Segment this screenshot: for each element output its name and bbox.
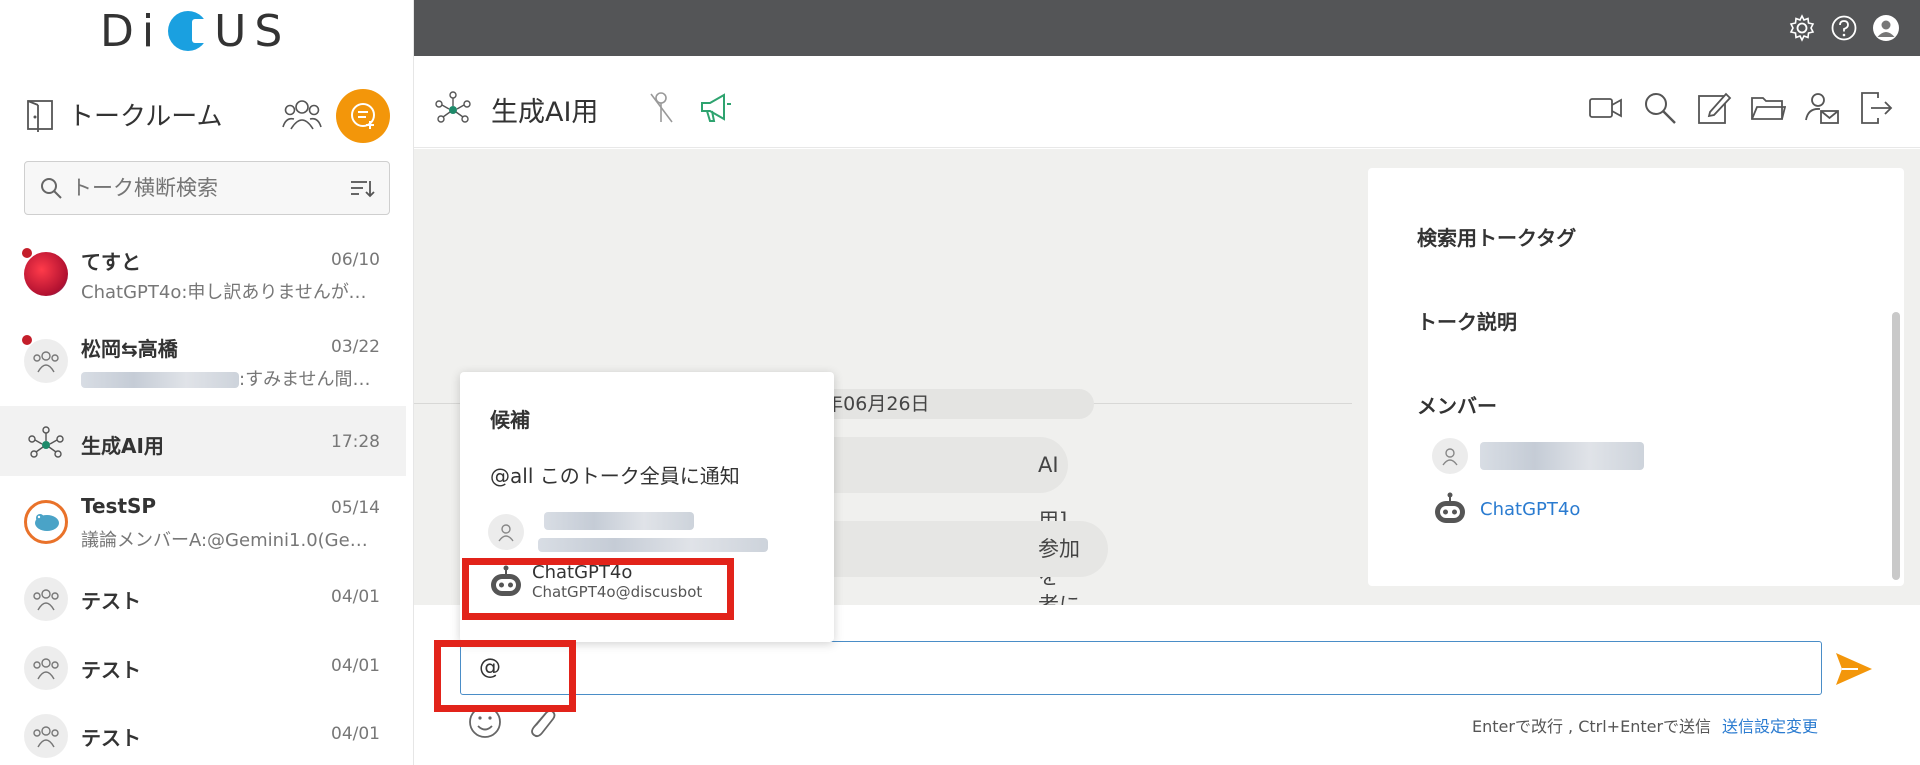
talk-preview: :すみません間… [81, 365, 381, 391]
search-icon [41, 178, 62, 199]
talk-item-test-2[interactable]: テスト 04/01 [0, 632, 406, 702]
talk-name: テスト [81, 589, 141, 613]
member-mail-icon[interactable] [1804, 90, 1840, 126]
bot-icon [1435, 492, 1465, 523]
redacted-candidate-name [544, 512, 694, 530]
talk-item-tesuto[interactable]: てすと 06/10 ChatGPT4o:申し訳ありませんが、… [0, 238, 406, 308]
talk-name: 生成AI用 [81, 434, 164, 458]
talk-preview: ChatGPT4o:申し訳ありませんが、… [81, 282, 381, 303]
redacted-member-name [1480, 442, 1644, 470]
group-icon [33, 351, 59, 373]
talk-name: 松岡⇆高橋 [81, 337, 178, 361]
sidebar: Di US トークルーム てすと 06/10 ChatGPT4o:申し訳ありません… [0, 0, 414, 765]
member-row[interactable]: ChatGPT4o [1432, 492, 1580, 526]
talk-date: 04/01 [331, 587, 380, 607]
talk-avatar [24, 339, 68, 383]
new-chat-icon [351, 103, 375, 129]
talk-header: 生成AI用 [414, 56, 1920, 148]
new-talk-button[interactable] [336, 89, 390, 143]
highlight-box-bot-candidate [462, 558, 734, 620]
scrollbar[interactable] [1892, 312, 1900, 580]
talk-date: 17:28 [331, 432, 380, 452]
person-icon [1442, 448, 1458, 466]
highlight-box-input [434, 640, 576, 712]
talk-date: 05/14 [331, 498, 380, 518]
folder-icon[interactable] [1750, 90, 1786, 126]
group-icon [33, 726, 59, 748]
talk-search-input[interactable] [71, 176, 349, 200]
app-logo[interactable]: Di US [100, 5, 291, 57]
logo-mark [168, 11, 211, 51]
message-input[interactable]: @ [460, 641, 1822, 695]
person-icon [498, 524, 514, 542]
announcement-icon[interactable] [698, 90, 734, 126]
logo-text-end: US [214, 5, 291, 57]
top-bar [414, 0, 1920, 56]
talk-avatar [24, 577, 68, 621]
group-icon [33, 589, 59, 611]
send-icon[interactable] [1832, 647, 1876, 691]
help-icon[interactable] [1830, 14, 1858, 42]
talk-item-matsuoka-takahashi[interactable]: 松岡⇆高橋 03/22 :すみません間… [0, 325, 406, 395]
talkroom-header: トークルーム [24, 96, 222, 133]
members-icon[interactable] [282, 97, 322, 133]
search-icon[interactable] [1642, 90, 1678, 126]
sort-icon[interactable] [349, 177, 375, 199]
network-icon [28, 426, 64, 458]
unread-badge [22, 248, 32, 258]
logo-text: Di [100, 5, 163, 57]
talk-search-box[interactable] [24, 161, 390, 215]
talk-item-testsp[interactable]: TestSP 05/14 議論メンバーA:@Gemini1.0(Gemi… [0, 486, 406, 556]
talk-name: てすと [81, 250, 141, 274]
candidates-title: 候補 [490, 408, 530, 432]
door-icon [27, 99, 53, 132]
redacted-name [81, 372, 239, 388]
member-avatar [1432, 438, 1468, 474]
talk-name: テスト [81, 726, 141, 750]
user-icon[interactable] [1872, 14, 1900, 42]
talk-avatar [24, 420, 68, 464]
talk-avatar [24, 714, 68, 758]
talk-avatar [24, 252, 68, 296]
talk-date: 04/01 [331, 724, 380, 744]
redacted-candidate-id [538, 538, 768, 552]
talk-avatar [24, 500, 68, 544]
talk-name: テスト [81, 658, 141, 682]
talk-title: 生成AI用 [491, 97, 599, 128]
gear-icon[interactable] [1788, 14, 1816, 42]
unread-badge [22, 335, 32, 345]
candidate-user[interactable] [488, 510, 818, 554]
talk-date: 04/01 [331, 656, 380, 676]
search-tags-label: 検索用トークタグ [1417, 226, 1577, 250]
exit-icon[interactable] [1858, 90, 1894, 126]
talk-item-test-3[interactable]: テスト 04/01 [0, 700, 406, 765]
talk-name: TestSP [81, 494, 157, 518]
send-settings-link[interactable]: 送信設定変更 [1722, 713, 1818, 737]
talk-item-test-1[interactable]: テスト 04/01 [0, 563, 406, 633]
talkroom-title: トークルーム [68, 102, 223, 132]
talk-preview: 議論メンバーA:@Gemini1.0(Gemi… [81, 530, 381, 551]
send-hint: Enterで改行 , Ctrl+Enterで送信 [1472, 717, 1712, 736]
network-icon [435, 91, 471, 123]
talk-description-label: トーク説明 [1417, 310, 1517, 334]
talk-date: 06/10 [331, 250, 380, 270]
edit-icon[interactable] [1696, 90, 1732, 126]
talk-date: 03/22 [331, 337, 380, 357]
group-icon [33, 658, 59, 680]
talk-info-panel: 検索用トークタグ トーク説明 メンバー ChatGPT4o [1368, 168, 1904, 586]
talk-avatar [24, 646, 68, 690]
creature-icon [35, 514, 59, 531]
member-name: ChatGPT4o [1480, 498, 1581, 520]
talk-preview-text: :すみません間… [239, 369, 371, 390]
mention-all-option[interactable]: @all このトーク全員に通知 [490, 460, 740, 489]
candidate-avatar [488, 514, 524, 550]
member-row[interactable] [1432, 438, 1644, 474]
members-label: メンバー [1417, 394, 1497, 418]
video-call-icon[interactable] [1588, 90, 1624, 126]
unpin-icon[interactable] [646, 90, 682, 126]
talk-item-ai[interactable]: 生成AI用 17:28 [0, 406, 406, 476]
